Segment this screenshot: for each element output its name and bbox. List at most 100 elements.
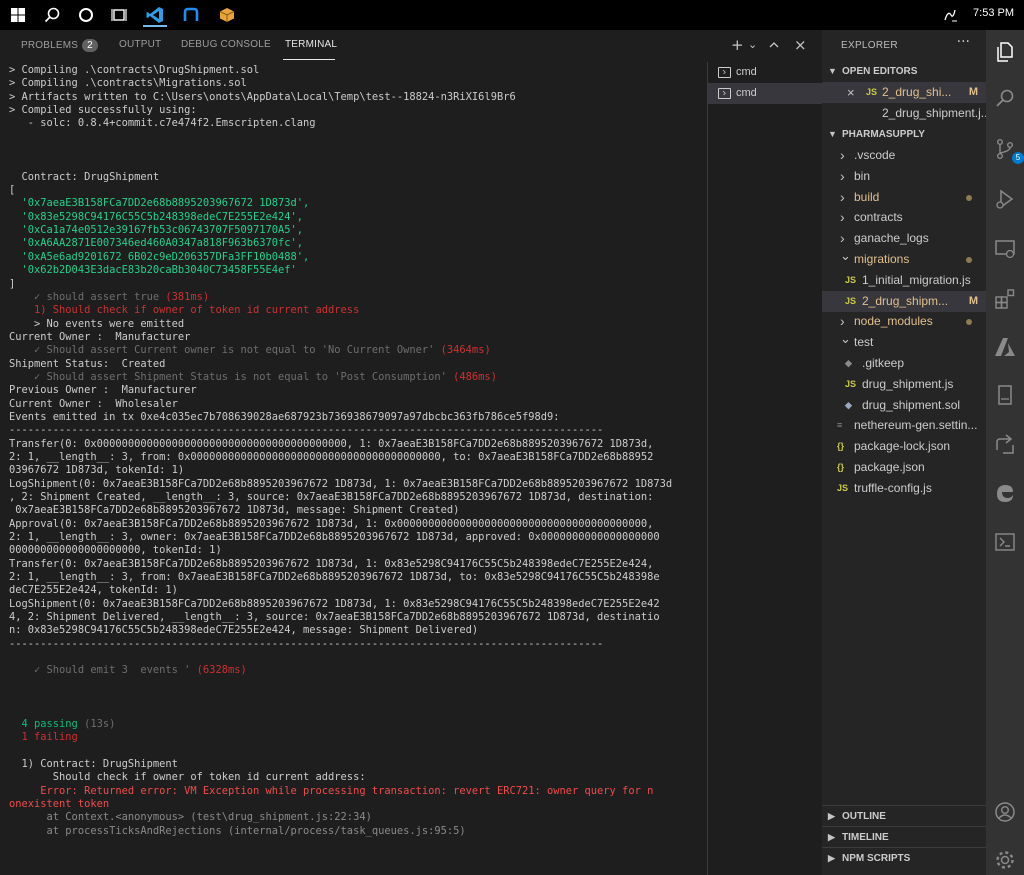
vscode-icon[interactable]: [143, 3, 167, 27]
js-file-icon: JS: [866, 87, 878, 97]
edge-devtools-icon[interactable]: [993, 481, 1017, 505]
terminal-line: 0x7aeaE3B158FCa7DD2e68b8895203967672 1D8…: [9, 504, 707, 517]
tab-problems[interactable]: PROBLEMS 2: [21, 39, 98, 52]
terminal-line: , 2: Shipment Created, __length__: 3, so…: [9, 491, 707, 504]
tree-folder[interactable]: › build: [822, 187, 986, 208]
terminal-line-text: ]: [9, 277, 16, 290]
outline-section[interactable]: ▶ OUTLINE: [822, 805, 986, 826]
cortana-icon[interactable]: [74, 3, 98, 27]
solidity-file-icon: ◆: [845, 399, 852, 410]
tree-folder[interactable]: › bin: [822, 166, 986, 187]
chevron-right-icon: ▶: [828, 811, 835, 821]
terminal-line-text: > Artifacts written to C:\Users\onots\Ap…: [9, 90, 516, 103]
search-icon[interactable]: [40, 3, 64, 27]
terminal-line: Current Owner : Wholesaler: [9, 398, 707, 411]
terminal-line-text: Events emitted in tx 0xe4c035ec7b7086390…: [9, 410, 560, 423]
tree-file[interactable]: ◆ drug_shipment.sol: [822, 395, 986, 416]
chevron-down-icon: ▼: [828, 129, 837, 139]
azure-icon[interactable]: [993, 335, 1017, 359]
powershell-icon[interactable]: [993, 530, 1017, 554]
terminal-line: [: [9, 184, 707, 197]
terminal-line: > Compiled successfully using:: [9, 104, 707, 117]
git-app-icon[interactable]: [179, 3, 203, 27]
terminal-line: > Compiling .\contracts\DrugShipment.sol: [9, 64, 707, 77]
remote-explorer-icon[interactable]: [993, 237, 1017, 261]
tree-folder[interactable]: › .vscode: [822, 145, 986, 166]
tree-folder[interactable]: ⌄ migrations: [822, 249, 986, 270]
settings-gear-icon[interactable]: [993, 848, 1017, 872]
terminal-instance-list: cmd cmd: [707, 62, 822, 875]
tree-file[interactable]: {} package-lock.json: [822, 436, 986, 457]
terminal-line: > No events were emitted: [9, 318, 707, 331]
tab-terminal[interactable]: TERMINAL: [285, 39, 337, 50]
terminal-line: Approval(0: 0x7aeaE3B158FCa7DD2e68b88952…: [9, 518, 707, 531]
pen-icon[interactable]: [938, 3, 962, 27]
tree-folder[interactable]: › ganache_logs: [822, 228, 986, 249]
open-editor-item[interactable]: 2_drug_shipment.j...: [822, 103, 986, 124]
terminal-line-text: '0xA6AA2871E007346ed460A0347a818F963b637…: [9, 237, 304, 250]
run-debug-icon[interactable]: [993, 187, 1017, 211]
open-editor-item[interactable]: × JS 2_drug_shi... M: [822, 82, 986, 103]
timeline-section[interactable]: ▶ TIMELINE: [822, 826, 986, 847]
file-name: 2_drug_shi...: [882, 85, 952, 99]
close-panel-button[interactable]: ×: [794, 36, 807, 54]
live-share-icon[interactable]: [993, 432, 1017, 456]
chevron-right-icon: ›: [840, 313, 845, 330]
terminal-line-text: > No events were emitted: [9, 317, 185, 330]
terminal-instance-cmd-1[interactable]: cmd: [708, 62, 822, 83]
tree-item-label: 1_initial_migration.js: [862, 272, 971, 287]
tab-label: PROBLEMS: [21, 40, 79, 51]
terminal-line: Should check if owner of token id curren…: [9, 771, 707, 784]
terminal-instance-label: cmd: [736, 66, 757, 78]
explorer-icon[interactable]: [993, 40, 1017, 64]
project-section[interactable]: ▼ PHARMASUPPLY: [822, 124, 986, 145]
close-icon[interactable]: ×: [847, 82, 855, 103]
source-control-icon[interactable]: 5: [993, 137, 1024, 164]
terminal-line: 03967672 1D873d, tokenId: 1): [9, 464, 707, 477]
extensions-icon[interactable]: [993, 287, 1017, 311]
chevron-right-icon: ›: [840, 167, 845, 184]
test-icon[interactable]: [993, 383, 1017, 407]
terminal-line-text: Approval(0: 0x7aeaE3B158FCa7DD2e68b88952…: [9, 517, 654, 530]
tree-folder[interactable]: › contracts: [822, 207, 986, 228]
tree-file[interactable]: JS truffle-config.js: [822, 478, 986, 499]
clock-time[interactable]: 7:53 PM: [973, 7, 1014, 19]
tree-folder[interactable]: › node_modules: [822, 311, 986, 332]
terminal-line: LogShipment(0: 0x7aeaE3B158FCa7DD2e68b88…: [9, 478, 707, 491]
tree-file[interactable]: ◆ .gitkeep: [822, 353, 986, 374]
npm-scripts-section[interactable]: ▶ NPM SCRIPTS: [822, 847, 986, 868]
tab-debug-console[interactable]: DEBUG CONSOLE: [181, 39, 271, 50]
terminal-line: Previous Owner : Manufacturer: [9, 384, 707, 397]
terminal-line: ✓ should assert true (381ms): [9, 291, 707, 304]
search-icon[interactable]: [993, 86, 1017, 110]
terminal-line: - solc: 0.8.4+commit.c7e474f2.Emscripten…: [9, 117, 707, 130]
tree-item-label: 2_drug_shipm...: [862, 293, 949, 308]
tab-output[interactable]: OUTPUT: [119, 39, 161, 50]
tree-file[interactable]: ≡ nethereum-gen.settin...: [822, 415, 986, 436]
maximize-panel-button[interactable]: [768, 36, 780, 55]
package-app-icon[interactable]: [215, 3, 239, 27]
terminal-dropdown-chevron-down-icon[interactable]: ⌄: [748, 38, 757, 51]
tree-file[interactable]: JS drug_shipment.js: [822, 374, 986, 395]
tree-file[interactable]: JS 2_drug_shipm... M: [822, 290, 986, 312]
tree-item-label: nethereum-gen.settin...: [854, 418, 978, 433]
terminal-line-text: Shipment Status: Created: [9, 357, 166, 370]
terminal-line: Current Owner : Manufacturer: [9, 331, 707, 344]
terminal-line: Events emitted in tx 0xe4c035ec7b7086390…: [9, 411, 707, 424]
terminal-output[interactable]: > Compiling .\contracts\DrugShipment.sol…: [0, 62, 707, 875]
tree-folder[interactable]: ⌄ test: [822, 332, 986, 353]
terminal-line-text: ✓ Should assert Current owner is not equ…: [9, 344, 441, 357]
new-terminal-button[interactable]: +: [731, 36, 744, 54]
more-actions-icon[interactable]: ···: [957, 34, 970, 50]
open-editors-section[interactable]: ▼ OPEN EDITORS: [822, 61, 986, 82]
terminal-instance-cmd-2[interactable]: cmd: [708, 83, 822, 104]
terminal-line: LogShipment(0: 0x7aeaE3B158FCa7DD2e68b88…: [9, 598, 707, 611]
terminal-line-text: Should check if owner of token id curren…: [9, 771, 366, 784]
task-view-icon[interactable]: [107, 3, 131, 27]
tree-file[interactable]: JS 1_initial_migration.js: [822, 270, 986, 291]
windows-start-icon[interactable]: [6, 3, 30, 27]
account-icon[interactable]: [993, 800, 1017, 824]
tree-file[interactable]: {} package.json: [822, 457, 986, 478]
panel-tab-bar: PROBLEMS 2 OUTPUT DEBUG CONSOLE TERMINAL …: [0, 30, 822, 62]
